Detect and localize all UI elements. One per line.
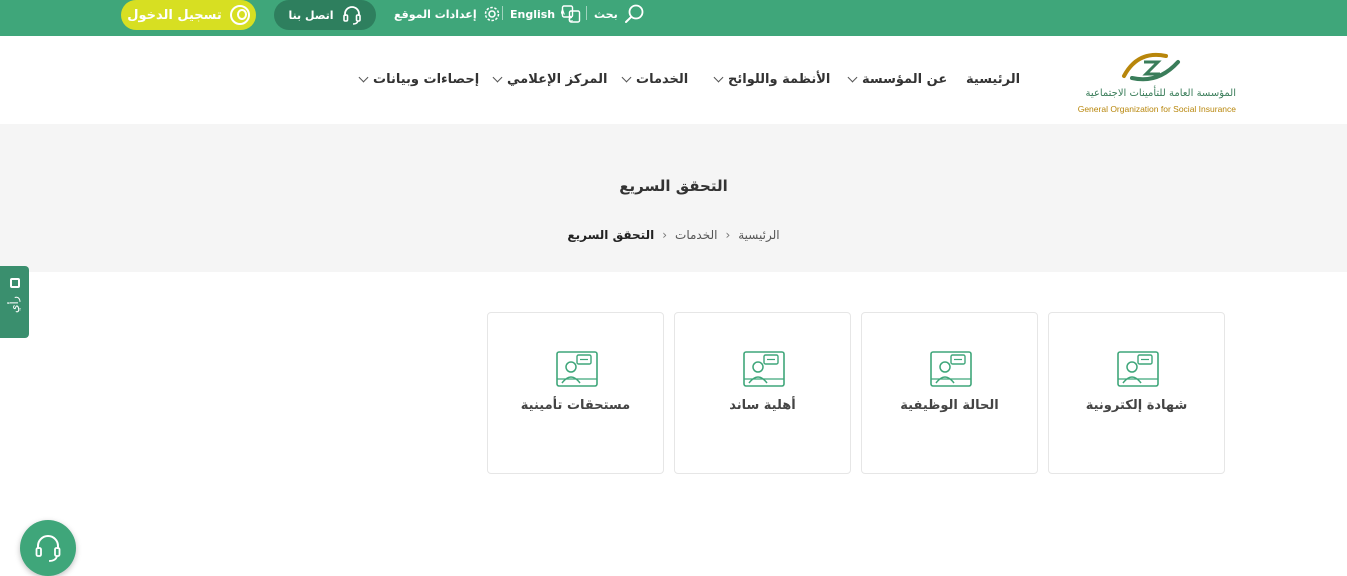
nav-media-center[interactable]: المركز الإعلامي <box>492 72 608 87</box>
support-agent-icon <box>743 351 785 387</box>
breadcrumb-current: التحقق السريع <box>567 228 655 242</box>
language-label: English <box>510 7 556 21</box>
nav-home[interactable]: الرئيسية <box>966 72 1020 87</box>
translate-icon: A ع <box>561 5 581 23</box>
nav-regulations-label: الأنظمة واللوائح <box>728 72 831 87</box>
nav-media-center-label: المركز الإعلامي <box>507 72 608 87</box>
support-agent-icon <box>930 351 972 387</box>
divider <box>586 6 587 20</box>
logo-arabic-text: المؤسسة العامة للتأمينات الاجتماعية <box>1085 88 1236 99</box>
card-label: شهادة إلكترونية <box>1085 398 1188 413</box>
chevron-down-icon <box>621 72 632 83</box>
user-icon <box>229 5 250 25</box>
headset-icon <box>35 535 61 562</box>
service-card-insurance-dues[interactable]: مستحقات تأمينية <box>487 312 664 474</box>
search-link[interactable]: بحث <box>594 3 646 25</box>
feedback-icon <box>9 278 20 288</box>
chevron-down-icon <box>847 72 858 83</box>
chevron-left-icon: ‹ <box>725 228 731 242</box>
feedback-label: رأي <box>8 296 21 313</box>
nav-services[interactable]: الخدمات <box>621 72 689 87</box>
logo-emblem-icon <box>1122 53 1180 82</box>
card-label: أهلية ساند <box>729 398 796 413</box>
feedback-tab[interactable]: رأي <box>0 266 29 338</box>
nav-about[interactable]: عن المؤسسة <box>847 72 948 87</box>
support-agent-icon <box>1117 351 1159 387</box>
service-card-saned-eligibility[interactable]: أهلية ساند <box>674 312 851 474</box>
nav-regulations[interactable]: الأنظمة واللوائح <box>713 72 831 87</box>
nav-about-label: عن المؤسسة <box>862 72 948 87</box>
logo-english-text: General Organization for Social Insuranc… <box>1077 104 1236 114</box>
chevron-down-icon <box>713 72 724 83</box>
breadcrumb-services[interactable]: الخدمات <box>675 228 717 242</box>
gosi-logo[interactable]: المؤسسة العامة للتأمينات الاجتماعية Gene… <box>1064 46 1236 116</box>
search-icon <box>624 4 644 23</box>
chevron-down-icon <box>492 72 503 83</box>
page-title: التحقق السريع <box>619 177 728 195</box>
support-agent-icon <box>556 351 598 387</box>
contact-label: اتصل بنا <box>288 8 334 22</box>
nav-home-label: الرئيسية <box>966 72 1021 87</box>
nav-services-label: الخدمات <box>636 72 689 87</box>
login-label: تسجيل الدخول <box>127 7 222 23</box>
service-card-e-certificate[interactable]: شهادة إلكترونية <box>1048 312 1225 474</box>
page-hero: التحقق السريع الرئيسية ‹ الخدمات ‹ التحق… <box>0 124 1347 272</box>
card-label: الحالة الوظيفية <box>900 398 999 413</box>
breadcrumb-home[interactable]: الرئيسية <box>738 228 779 242</box>
nav-statistics[interactable]: إحصاءات وبيانات <box>358 72 480 87</box>
contact-us-button[interactable]: اتصل بنا <box>274 0 376 30</box>
svg-text:A: A <box>561 10 565 17</box>
floating-support-button[interactable] <box>20 520 76 576</box>
main-header: المؤسسة العامة للتأمينات الاجتماعية Gene… <box>0 36 1347 124</box>
headset-icon <box>342 6 361 25</box>
site-settings-label: إعدادات الموقع <box>394 7 477 21</box>
search-label: بحث <box>594 7 618 21</box>
card-label: مستحقات تأمينية <box>520 398 631 413</box>
language-switch[interactable]: A ع English <box>510 3 581 25</box>
divider <box>502 6 503 20</box>
breadcrumb: الرئيسية ‹ الخدمات ‹ التحقق السريع <box>0 228 1347 242</box>
gear-icon <box>484 6 499 22</box>
login-button[interactable]: تسجيل الدخول <box>121 0 256 30</box>
site-settings-link[interactable]: إعدادات الموقع <box>394 3 501 25</box>
top-bar: تسجيل الدخول اتصل بنا إعدادات الموقع A ع… <box>0 0 1347 36</box>
service-card-employment-status[interactable]: الحالة الوظيفية <box>861 312 1038 474</box>
nav-statistics-label: إحصاءات وبيانات <box>373 72 480 87</box>
chevron-down-icon <box>358 72 369 83</box>
chevron-left-icon: ‹ <box>662 228 668 242</box>
